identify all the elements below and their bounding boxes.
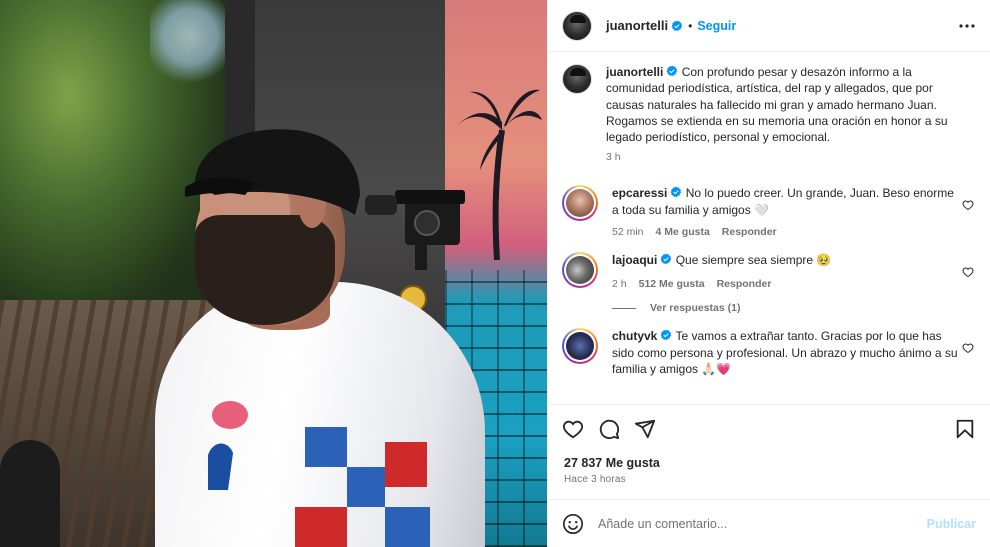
photo-dark-figure — [0, 440, 60, 547]
comment-icon[interactable] — [598, 418, 620, 440]
author-username[interactable]: juanortelli — [606, 18, 668, 33]
comment-composer: Publicar — [548, 499, 990, 547]
comment-username[interactable]: epcaressi — [612, 186, 667, 200]
publish-button[interactable]: Publicar — [927, 517, 976, 531]
comment-meta: 52 min 4 Me gusta Responder — [612, 226, 960, 238]
photo-camera-rig — [365, 190, 465, 270]
comment-body: chutyvk Te vamos a extrañar tanto. Graci… — [612, 328, 974, 377]
follow-button[interactable]: Seguir — [697, 19, 736, 33]
comment-avatar-ring[interactable] — [562, 328, 598, 365]
comment-likes[interactable]: 512 Me gusta — [639, 278, 705, 290]
comment-avatar — [566, 332, 594, 361]
comments-list[interactable]: juanortelli Con profundo pesar y desazón… — [548, 52, 990, 404]
photo-shirt-checkered-pattern — [295, 427, 430, 547]
caption-username[interactable]: juanortelli — [606, 65, 663, 79]
caption-meta: 3 h — [606, 151, 960, 163]
post-timestamp[interactable]: Hace 3 horas — [548, 470, 990, 485]
comment-username[interactable]: lajoaqui — [612, 253, 657, 267]
comment-username[interactable]: chutyvk — [612, 329, 657, 343]
verified-badge-icon — [671, 20, 683, 31]
caption-avatar[interactable] — [562, 64, 592, 94]
post-details-panel: juanortelli • Seguir juanortelli Con pro… — [547, 0, 990, 547]
comment-avatar-ring[interactable] — [562, 185, 598, 222]
author-avatar[interactable] — [562, 10, 592, 41]
likes-count[interactable]: 27 837 Me gusta — [548, 456, 990, 470]
more-icon[interactable] — [958, 17, 976, 35]
header-separator: • — [688, 18, 693, 33]
comment-likes[interactable]: 4 Me gusta — [656, 226, 710, 238]
comment-meta: 2 h 512 Me gusta Responder — [612, 278, 960, 290]
photo-person-beard — [195, 215, 335, 325]
verified-badge-icon — [660, 253, 672, 265]
verified-badge-icon — [670, 186, 682, 198]
view-replies-button[interactable]: Ver respuestas (1) — [612, 302, 974, 314]
view-replies-label: Ver respuestas (1) — [650, 302, 741, 315]
reply-button[interactable]: Responder — [717, 278, 772, 290]
comment-time[interactable]: 2 h — [612, 278, 627, 290]
caption-text: juanortelli Con profundo pesar y desazón… — [606, 64, 960, 145]
comment-heart-icon[interactable] — [962, 199, 974, 211]
photo-person-cap — [185, 129, 360, 215]
comment-text: chutyvk Te vamos a extrañar tanto. Graci… — [612, 328, 960, 377]
comment-item: epcaressi No lo puedo creer. Un grande, … — [562, 185, 974, 238]
comment-input[interactable] — [598, 516, 927, 531]
comment-text: lajoaqui Que siempre sea siempre 🥹 — [612, 252, 960, 268]
comment-item: chutyvk Te vamos a extrañar tanto. Graci… — [562, 328, 974, 377]
comment-avatar-ring[interactable] — [562, 252, 598, 289]
comment-item: lajoaqui Que siempre sea siempre 🥹 2 h 5… — [562, 252, 974, 290]
post-header: juanortelli • Seguir — [548, 0, 990, 52]
verified-badge-icon — [660, 329, 672, 341]
comment-avatar — [566, 189, 594, 218]
photo-sky — [150, 0, 230, 90]
instagram-post-modal: juanortelli • Seguir juanortelli Con pro… — [0, 0, 990, 547]
comment-content: Que siempre sea siempre 🥹 — [675, 253, 832, 268]
photo-shirt-sleeve-logo — [208, 401, 248, 490]
post-actions-bar — [548, 404, 990, 452]
share-icon[interactable] — [634, 418, 656, 440]
heart-icon[interactable] — [562, 418, 584, 440]
caption-body: juanortelli Con profundo pesar y desazón… — [606, 64, 974, 163]
reply-button[interactable]: Responder — [722, 226, 777, 238]
post-photo[interactable] — [0, 0, 547, 547]
comment-time[interactable]: 52 min — [612, 226, 644, 238]
comment-avatar — [566, 256, 594, 285]
comment-body: epcaressi No lo puedo creer. Un grande, … — [612, 185, 974, 238]
comment-heart-icon[interactable] — [962, 266, 974, 278]
caption-entry: juanortelli Con profundo pesar y desazón… — [562, 64, 974, 163]
replies-line — [612, 307, 636, 309]
smile-icon[interactable] — [562, 513, 584, 535]
verified-badge-icon — [666, 65, 678, 77]
comment-text: epcaressi No lo puedo creer. Un grande, … — [612, 185, 960, 218]
caption-time[interactable]: 3 h — [606, 151, 621, 163]
comment-body: lajoaqui Que siempre sea siempre 🥹 2 h 5… — [612, 252, 974, 290]
bookmark-icon[interactable] — [954, 418, 976, 440]
comment-heart-icon[interactable] — [962, 342, 974, 354]
